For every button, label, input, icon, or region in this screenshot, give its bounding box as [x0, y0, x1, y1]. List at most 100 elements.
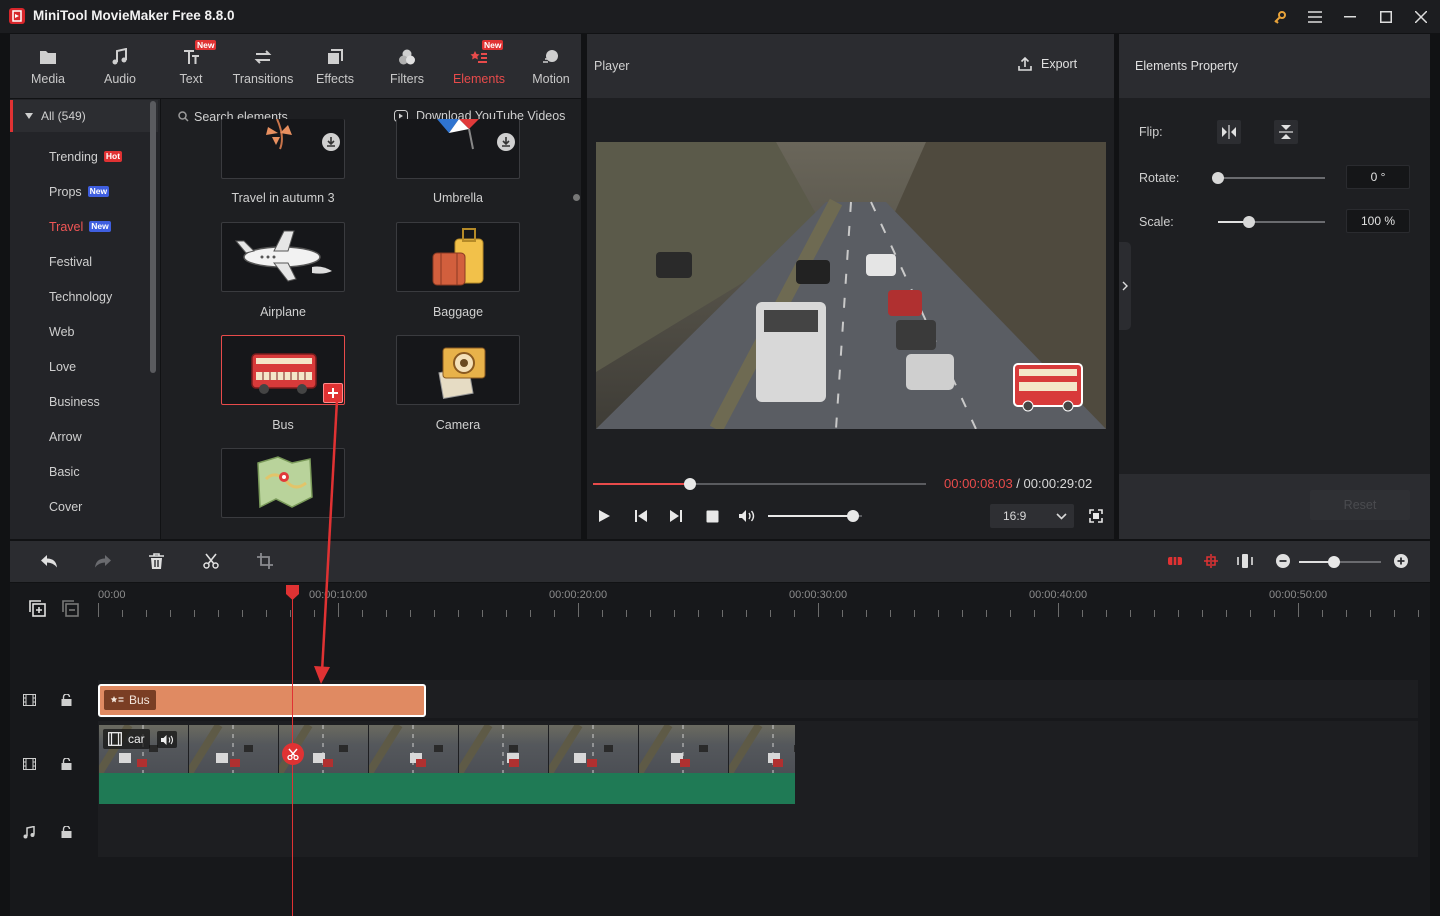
category-technology[interactable]: Technology: [10, 279, 160, 314]
close-icon[interactable]: [1409, 6, 1433, 28]
crop-icon: [257, 553, 273, 569]
unlock-icon: [61, 694, 72, 706]
collapse-panel-button[interactable]: [1119, 242, 1131, 330]
video-track-lock[interactable]: [61, 758, 72, 770]
text-icon: [184, 50, 199, 64]
minimize-icon[interactable]: [1338, 6, 1362, 28]
playhead-handle[interactable]: [286, 585, 299, 600]
category-arrow[interactable]: Arrow: [10, 419, 160, 454]
category-business[interactable]: Business: [10, 384, 160, 419]
marker-button[interactable]: [1203, 554, 1219, 568]
ruler-tick: [1202, 610, 1203, 617]
maximize-icon[interactable]: [1374, 6, 1398, 28]
tab-audio[interactable]: Audio: [96, 34, 144, 98]
category-travel[interactable]: Travel New: [10, 209, 160, 244]
remove-track-button[interactable]: [62, 600, 79, 617]
element-thumb-baggage[interactable]: [396, 222, 520, 292]
ruler-tick: [1106, 610, 1107, 617]
audio-track-lock[interactable]: [61, 826, 72, 838]
video-preview[interactable]: [596, 142, 1106, 429]
zoom-out-button[interactable]: [1276, 554, 1290, 568]
category-props[interactable]: Props New: [10, 174, 160, 209]
stop-icon: [706, 510, 719, 523]
category-scrollbar[interactable]: [150, 101, 156, 373]
category-trending[interactable]: Trending Hot: [10, 139, 160, 174]
element-thumb-camera[interactable]: [396, 335, 520, 405]
reset-button[interactable]: Reset: [1310, 490, 1410, 520]
menu-icon[interactable]: [1303, 6, 1327, 28]
ruler-tick: [722, 610, 723, 617]
crop-button[interactable]: [257, 553, 273, 569]
category-love[interactable]: Love: [10, 349, 160, 384]
undo-button[interactable]: [40, 554, 58, 569]
scale-input[interactable]: 100 %: [1346, 209, 1410, 233]
volume-handle[interactable]: [846, 510, 859, 522]
rotate-slider-handle[interactable]: [1212, 172, 1224, 184]
tab-media[interactable]: Media: [24, 34, 72, 98]
tab-effects[interactable]: Effects: [310, 34, 360, 98]
audio-track-icon: [23, 826, 35, 839]
tab-elements[interactable]: Elements: [450, 34, 508, 98]
zoom-slider-handle[interactable]: [1328, 556, 1341, 568]
scale-label: Scale:: [1139, 215, 1174, 229]
player-title: Player: [594, 59, 630, 73]
fullscreen-icon: [1089, 509, 1103, 523]
ruler-tick: [482, 610, 483, 617]
redo-button[interactable]: [94, 554, 112, 569]
video-clip-car[interactable]: car: [99, 725, 795, 804]
element-track-lock[interactable]: [61, 694, 72, 706]
volume-button[interactable]: [738, 509, 756, 523]
download-icon[interactable]: [497, 133, 515, 151]
ruler-tick: [794, 610, 795, 617]
flip-vertical-button[interactable]: [1274, 120, 1298, 144]
camera-icon: [438, 347, 486, 399]
stop-button[interactable]: [706, 510, 719, 523]
split-at-playhead-button[interactable]: [282, 743, 304, 765]
element-clip-bus[interactable]: Bus: [98, 684, 426, 717]
tab-text[interactable]: Text: [167, 34, 215, 98]
tab-filters[interactable]: Filters: [382, 34, 432, 98]
music-note-icon: [112, 48, 127, 65]
zoom-in-button[interactable]: [1394, 554, 1408, 568]
category-cover[interactable]: Cover: [10, 489, 160, 524]
fit-timeline-button[interactable]: [1237, 554, 1253, 568]
flip-horizontal-button[interactable]: [1217, 120, 1241, 144]
effects-icon: [328, 49, 343, 64]
ruler-tick: [674, 610, 675, 617]
add-track-button[interactable]: [29, 600, 46, 617]
filmstrip-frame: [369, 725, 458, 773]
clip-volume-button[interactable]: [157, 731, 177, 748]
ruler-tick: [770, 610, 771, 617]
new-badge: New: [89, 221, 111, 232]
video-track-icon: [23, 758, 36, 770]
drag-arrow-annotation: [314, 399, 339, 684]
delete-button[interactable]: [149, 553, 164, 569]
element-thumb-umbrella[interactable]: [396, 119, 520, 179]
element-thumb-airplane[interactable]: [221, 222, 345, 292]
rotate-input[interactable]: 0 °: [1346, 165, 1410, 189]
rotate-slider[interactable]: [1218, 177, 1325, 179]
scale-slider-handle[interactable]: [1243, 216, 1256, 228]
previous-frame-button[interactable]: [634, 509, 648, 523]
split-button[interactable]: [203, 553, 219, 569]
playback-progress-handle[interactable]: [683, 478, 696, 490]
export-button[interactable]: Export: [1017, 56, 1077, 72]
category-festival[interactable]: Festival: [10, 244, 160, 279]
category-basic[interactable]: Basic: [10, 454, 160, 489]
ruler-tick: [1154, 610, 1155, 617]
element-thumb-travel-autumn-3[interactable]: [221, 119, 345, 179]
aspect-ratio-select[interactable]: 16:9: [990, 504, 1074, 528]
download-icon[interactable]: [322, 133, 340, 151]
scroll-indicator[interactable]: [573, 194, 580, 201]
ruler-tick: [746, 610, 747, 617]
fullscreen-button[interactable]: [1089, 509, 1103, 523]
scissors-icon: [203, 553, 219, 569]
tab-motion[interactable]: Motion: [526, 34, 576, 98]
key-icon[interactable]: [1268, 6, 1292, 28]
category-all[interactable]: All (549): [10, 100, 158, 132]
next-frame-button[interactable]: [669, 509, 683, 523]
snap-button[interactable]: [1167, 554, 1183, 568]
play-button[interactable]: [597, 509, 611, 523]
category-web[interactable]: Web: [10, 314, 160, 349]
tab-transitions[interactable]: Transitions: [230, 34, 296, 98]
